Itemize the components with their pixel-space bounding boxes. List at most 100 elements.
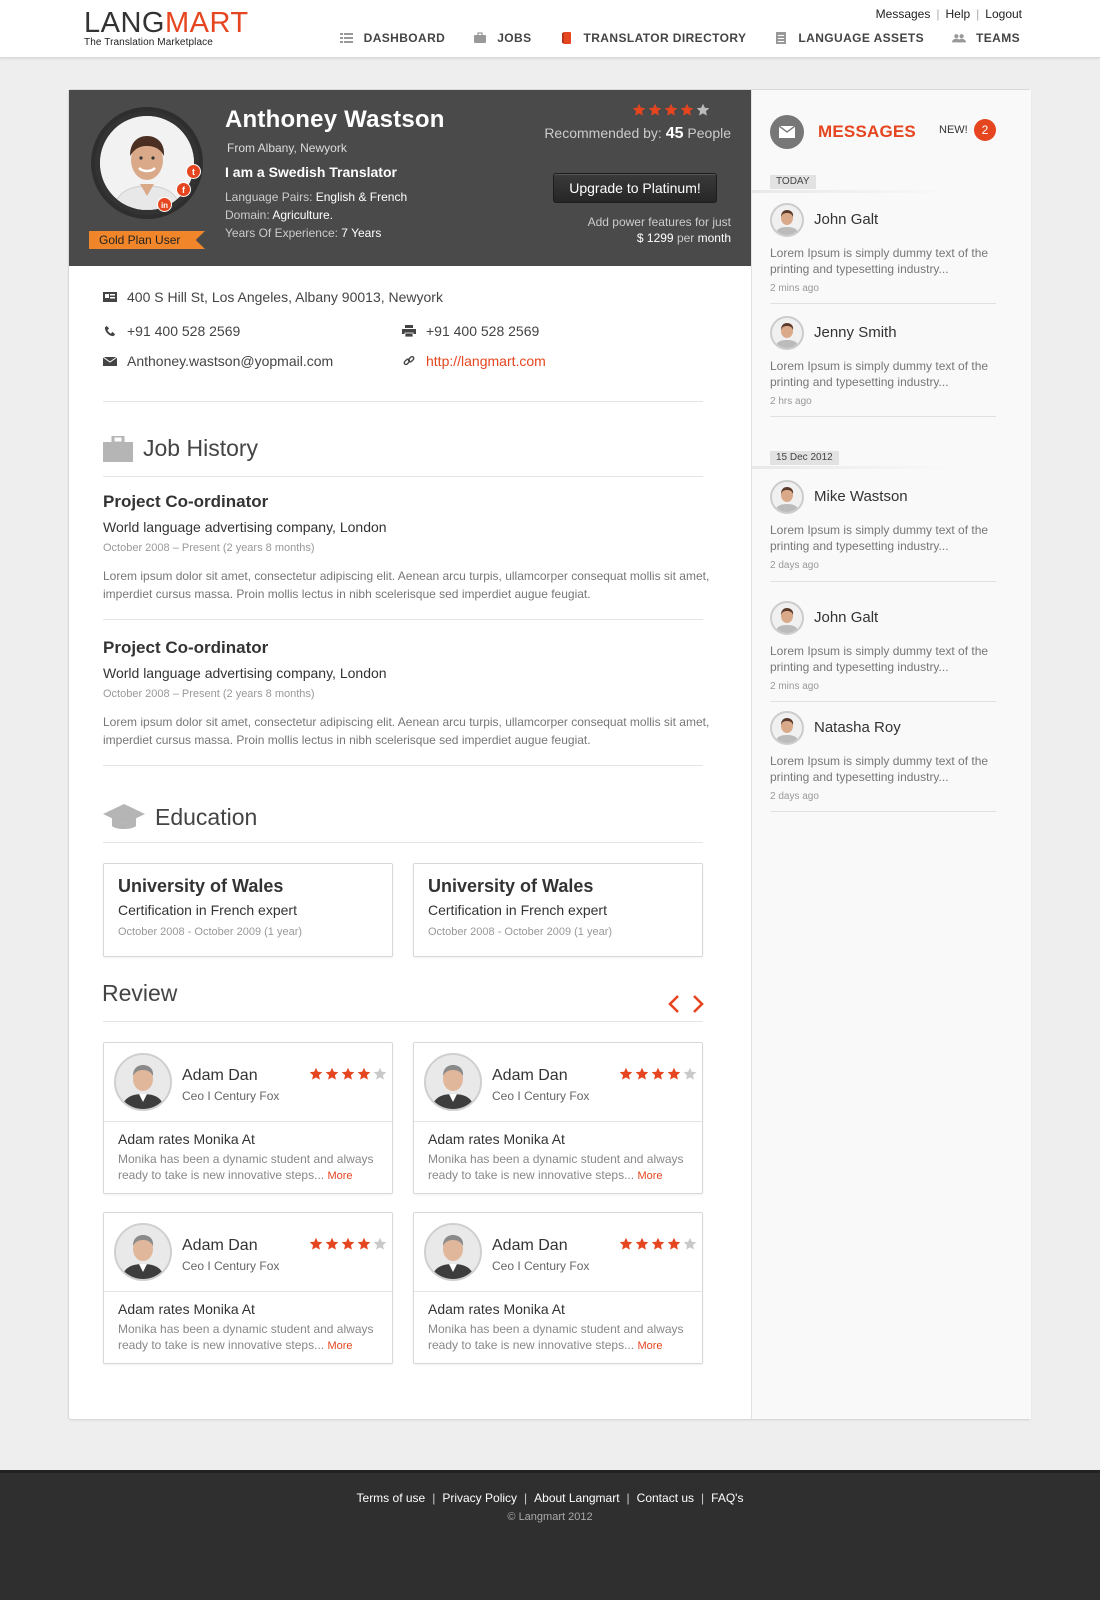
nav-dashboard[interactable]: DASHBOARD [339, 31, 446, 45]
recommendation-count: Recommended by: 45 People [544, 125, 731, 142]
star-icon [632, 103, 646, 116]
reviewer-role: Ceo I Century Fox [182, 1089, 280, 1103]
star-icon [357, 1067, 371, 1080]
star-icon [309, 1237, 323, 1250]
divider [103, 401, 703, 402]
star-icon [664, 103, 678, 116]
job-description: Lorem ipsum dolor sit amet, consectetur … [103, 569, 710, 601]
reviewer-role: Ceo I Century Fox [492, 1089, 590, 1103]
job-history-heading: Job History [103, 435, 258, 462]
about-link[interactable]: About Langmart [534, 1491, 619, 1505]
star-icon [325, 1237, 339, 1250]
education-card: University of Wales Certification in Fre… [103, 863, 393, 957]
profile-rating [632, 103, 710, 117]
chevron-right-icon[interactable] [691, 994, 705, 1014]
job-dates: October 2008 – Present (2 years 8 months… [103, 688, 315, 700]
job-description: Lorem ipsum dolor sit amet, consectetur … [103, 715, 710, 747]
more-link[interactable]: More [327, 1340, 352, 1352]
star-icon [373, 1237, 387, 1250]
logo[interactable]: LANGMART The Translation Marketplace [84, 8, 249, 48]
message-time: 2 hrs ago [770, 396, 812, 407]
nav-translator-directory[interactable]: TRANSLATOR DIRECTORY [560, 31, 747, 45]
divider [770, 701, 996, 702]
star-icon [680, 103, 694, 116]
experience: Years Of Experience: 7 Years [225, 226, 382, 240]
sender-name: Natasha Roy [814, 719, 901, 736]
person-portrait-icon [772, 482, 802, 512]
profile-name: Anthoney Wastson [225, 106, 445, 133]
job-company: World language advertising company, Lond… [103, 519, 387, 535]
logout-link[interactable]: Logout [985, 7, 1022, 21]
upgrade-button[interactable]: Upgrade to Platinum! [553, 173, 717, 203]
review-headline: Adam rates Monika At [118, 1131, 255, 1147]
divider [103, 1021, 703, 1022]
sender-avatar [770, 480, 804, 514]
message-time: 2 days ago [770, 791, 819, 802]
linkedin-icon[interactable]: in [157, 197, 172, 212]
upgrade-price-note: Add power features for just $ 1299 per m… [587, 215, 731, 245]
star-icon [696, 103, 710, 116]
messages-link[interactable]: Messages [876, 7, 931, 21]
divider [414, 1121, 702, 1122]
new-label: NEW! [939, 124, 968, 136]
logo-wordmark: LANGMART [84, 7, 249, 39]
privacy-link[interactable]: Privacy Policy [442, 1491, 517, 1505]
contact-link[interactable]: Contact us [637, 1491, 694, 1505]
person-portrait-icon [772, 318, 802, 348]
help-link[interactable]: Help [945, 7, 970, 21]
twitter-icon[interactable]: t [186, 164, 201, 179]
star-icon [651, 1067, 665, 1080]
star-icon [325, 1067, 339, 1080]
review-rating [309, 1237, 387, 1251]
message-preview: Lorem Ipsum is simply dummy text of the … [770, 523, 989, 553]
job-company: World language advertising company, Lond… [103, 665, 387, 681]
divider [770, 416, 996, 417]
more-link[interactable]: More [637, 1340, 662, 1352]
education-heading: Education [103, 802, 257, 832]
more-link[interactable]: More [327, 1170, 352, 1182]
nav-jobs[interactable]: JOBS [473, 31, 531, 45]
nav-teams[interactable]: TEAMS [952, 31, 1020, 45]
person-portrait-icon [772, 205, 802, 235]
reviewer-name: Adam Dan [182, 1237, 258, 1254]
sender-avatar [770, 711, 804, 745]
sender-name: Jenny Smith [814, 324, 897, 341]
review-card: Adam Dan Ceo I Century Fox Adam rates Moni… [103, 1212, 393, 1364]
star-icon [341, 1237, 355, 1250]
envelope-icon [778, 125, 796, 138]
divider [103, 842, 703, 843]
day-tag: 15 Dec 2012 [770, 451, 839, 465]
copyright: © Langmart 2012 [507, 1511, 593, 1523]
faq-link[interactable]: FAQ's [711, 1491, 743, 1505]
school-name: University of Wales [428, 876, 594, 896]
nav-language-assets[interactable]: LANGUAGE ASSETS [774, 31, 924, 45]
person-portrait-icon [772, 713, 802, 743]
profile-avatar-frame [91, 107, 203, 219]
profile-location: From Albany, Newyork [227, 141, 347, 155]
message-circle [770, 115, 804, 149]
review-text: Monika has been a dynamic student and al… [428, 1322, 684, 1352]
review-heading: Review [102, 980, 178, 1006]
facebook-icon[interactable]: f [176, 182, 191, 197]
chevron-left-icon[interactable] [667, 994, 681, 1014]
job-role: Project Co-ordinator [103, 492, 269, 511]
people-icon [952, 34, 966, 43]
website-link[interactable]: http://langmart.com [426, 353, 546, 369]
language-pairs: Language Pairs: English & French [225, 190, 408, 204]
divider [103, 619, 703, 620]
star-icon [683, 1237, 697, 1250]
reviewer-avatar [114, 1223, 172, 1281]
list-icon [339, 33, 353, 43]
review-text: Monika has been a dynamic student and al… [118, 1152, 374, 1182]
more-link[interactable]: More [637, 1170, 662, 1182]
day-divider [752, 466, 952, 469]
star-icon [648, 103, 662, 116]
star-icon [341, 1067, 355, 1080]
sender-name: John Galt [814, 211, 879, 228]
terms-link[interactable]: Terms of use [357, 1491, 426, 1505]
sender-avatar [770, 316, 804, 350]
day-tag: TODAY [770, 175, 816, 189]
review-headline: Adam rates Monika At [118, 1301, 255, 1317]
education-card: University of Wales Certification in Fre… [413, 863, 703, 957]
message-preview: Lorem Ipsum is simply dummy text of the … [770, 246, 989, 276]
